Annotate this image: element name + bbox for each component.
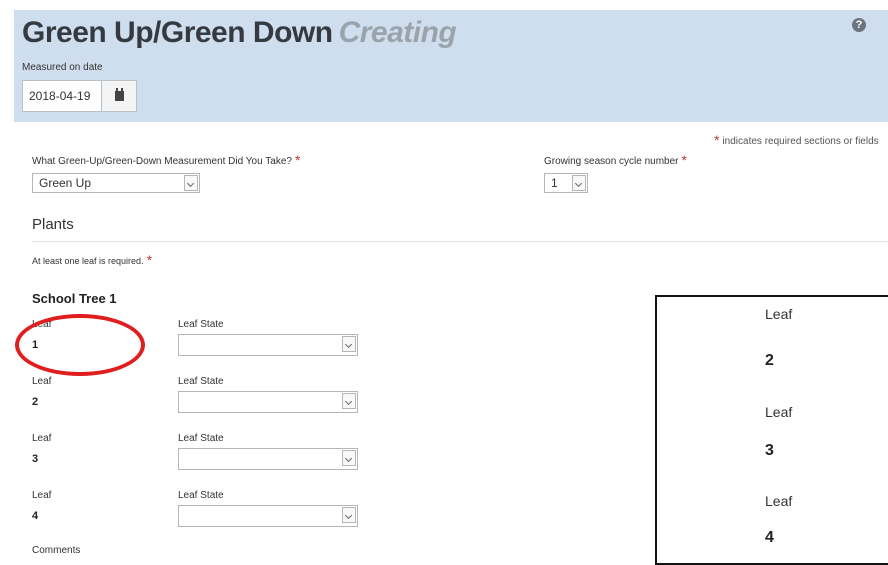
required-star: * <box>714 132 720 148</box>
cycle-select-value: 1 <box>551 176 558 190</box>
measured-date-label: Measured on date <box>22 62 103 73</box>
zoom-leaf-number: 4 <box>765 529 774 546</box>
leaf-label: Leaf <box>32 433 52 444</box>
measured-date-field: 2018-04-19 <box>22 80 137 112</box>
chevron-down-icon <box>342 507 356 523</box>
zoom-inset: Leaf 2 Leaf 3 Leaf 4 <box>655 295 888 565</box>
required-star: * <box>681 152 687 168</box>
chevron-down-icon <box>342 450 356 466</box>
leaf-state-label: Leaf State <box>178 376 224 387</box>
required-note: * indicates required sections or fields <box>714 132 879 152</box>
zoom-leaf-label: Leaf <box>765 404 793 420</box>
zoom-leaf-number: 3 <box>765 442 774 459</box>
zoom-leaf-label: Leaf <box>765 493 793 509</box>
required-star: * <box>294 152 301 168</box>
chevron-down-icon <box>342 393 356 409</box>
date-picker-button[interactable] <box>101 81 136 111</box>
highlight-circle-annotation <box>15 314 145 376</box>
leaf-state-label: Leaf State <box>178 490 224 501</box>
measurement-select[interactable]: Green Up <box>32 173 200 193</box>
leaf-state-label: Leaf State <box>178 433 224 444</box>
measurement-select-value: Green Up <box>39 176 92 190</box>
zoom-leaf-number: 2 <box>765 352 774 369</box>
page-status: Creating <box>338 16 457 49</box>
leaf-label: Leaf <box>32 376 52 387</box>
measurement-label: What Green-Up/Green-Down Measurement Did… <box>32 152 300 172</box>
required-star: * <box>146 252 153 268</box>
leaf-required-note: At least one leaf is required. * <box>32 252 152 272</box>
help-icon[interactable]: ? <box>852 18 866 32</box>
comments-label: Comments <box>32 545 81 556</box>
leaf-label: Leaf <box>32 490 52 501</box>
page-title: Green Up/Green Down Creating <box>22 16 457 50</box>
leaf-state-select-1[interactable] <box>178 334 358 356</box>
page-title-text: Green Up/Green Down <box>22 16 333 49</box>
leaf-required-text: At least one leaf is required. <box>32 256 144 266</box>
cycle-label-text: Growing season cycle number <box>544 156 679 167</box>
chevron-down-icon <box>184 175 198 191</box>
chevron-down-icon <box>572 175 586 191</box>
cycle-label: Growing season cycle number * <box>544 152 687 172</box>
zoom-leaf-label: Leaf <box>765 306 793 322</box>
leaf-number: 3 <box>32 453 39 465</box>
measurement-label-text: What Green-Up/Green-Down Measurement Did… <box>32 156 292 167</box>
leaf-state-select-3[interactable] <box>178 448 358 470</box>
tree-title: School Tree 1 <box>32 291 117 306</box>
leaf-state-select-2[interactable] <box>178 391 358 413</box>
calendar-icon <box>114 88 124 101</box>
chevron-down-icon <box>342 336 356 352</box>
leaf-state-label: Leaf State <box>178 319 224 330</box>
required-note-text: indicates required sections or fields <box>722 136 879 147</box>
cycle-select[interactable]: 1 <box>544 173 588 193</box>
plants-section-title: Plants <box>32 216 74 233</box>
section-divider <box>32 241 888 242</box>
date-input[interactable]: 2018-04-19 <box>23 81 101 111</box>
leaf-number: 2 <box>32 396 39 408</box>
leaf-state-select-4[interactable] <box>178 505 358 527</box>
leaf-number: 4 <box>32 510 39 522</box>
